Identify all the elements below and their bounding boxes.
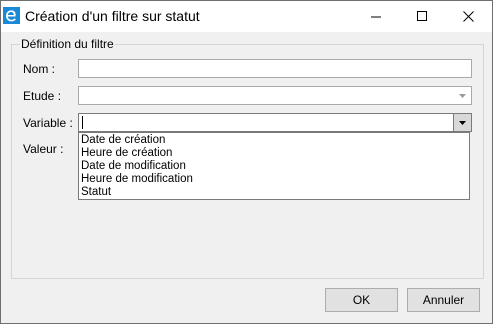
text-caret (82, 116, 83, 129)
chevron-down-icon (459, 121, 466, 125)
close-icon (463, 11, 474, 22)
cancel-button[interactable]: Annuler (407, 288, 480, 312)
variable-option[interactable]: Heure de modification (79, 173, 469, 186)
minimize-icon (371, 16, 381, 18)
etude-select[interactable] (78, 86, 472, 105)
nom-input[interactable] (78, 59, 472, 78)
title-bar: Création d'un filtre sur statut (1, 1, 492, 32)
variable-option[interactable]: Statut (79, 186, 469, 199)
nom-label: Nom : (23, 62, 56, 76)
window-title: Création d'un filtre sur statut (25, 8, 200, 24)
group-title: Définition du filtre (20, 37, 115, 51)
variable-dropdown-button[interactable] (453, 114, 471, 131)
variable-options-list: Date de création Heure de création Date … (78, 132, 470, 200)
app-e-icon (3, 7, 20, 24)
close-button[interactable] (445, 1, 491, 32)
ok-button[interactable]: OK (325, 288, 398, 312)
maximize-button[interactable] (399, 1, 445, 32)
etude-dropdown-button[interactable] (454, 87, 471, 104)
dialog-window: Création d'un filtre sur statut Définiti… (0, 0, 493, 324)
chevron-down-icon (459, 94, 466, 98)
variable-select[interactable] (78, 113, 472, 132)
variable-option[interactable]: Date de création (79, 134, 469, 147)
etude-label: Etude : (23, 89, 62, 103)
valeur-label: Valeur : (23, 142, 64, 156)
variable-option[interactable]: Date de modification (79, 160, 469, 173)
variable-option[interactable]: Heure de création (79, 147, 469, 160)
minimize-button[interactable] (353, 1, 399, 32)
maximize-icon (417, 11, 427, 21)
variable-label: Variable : (23, 116, 73, 130)
